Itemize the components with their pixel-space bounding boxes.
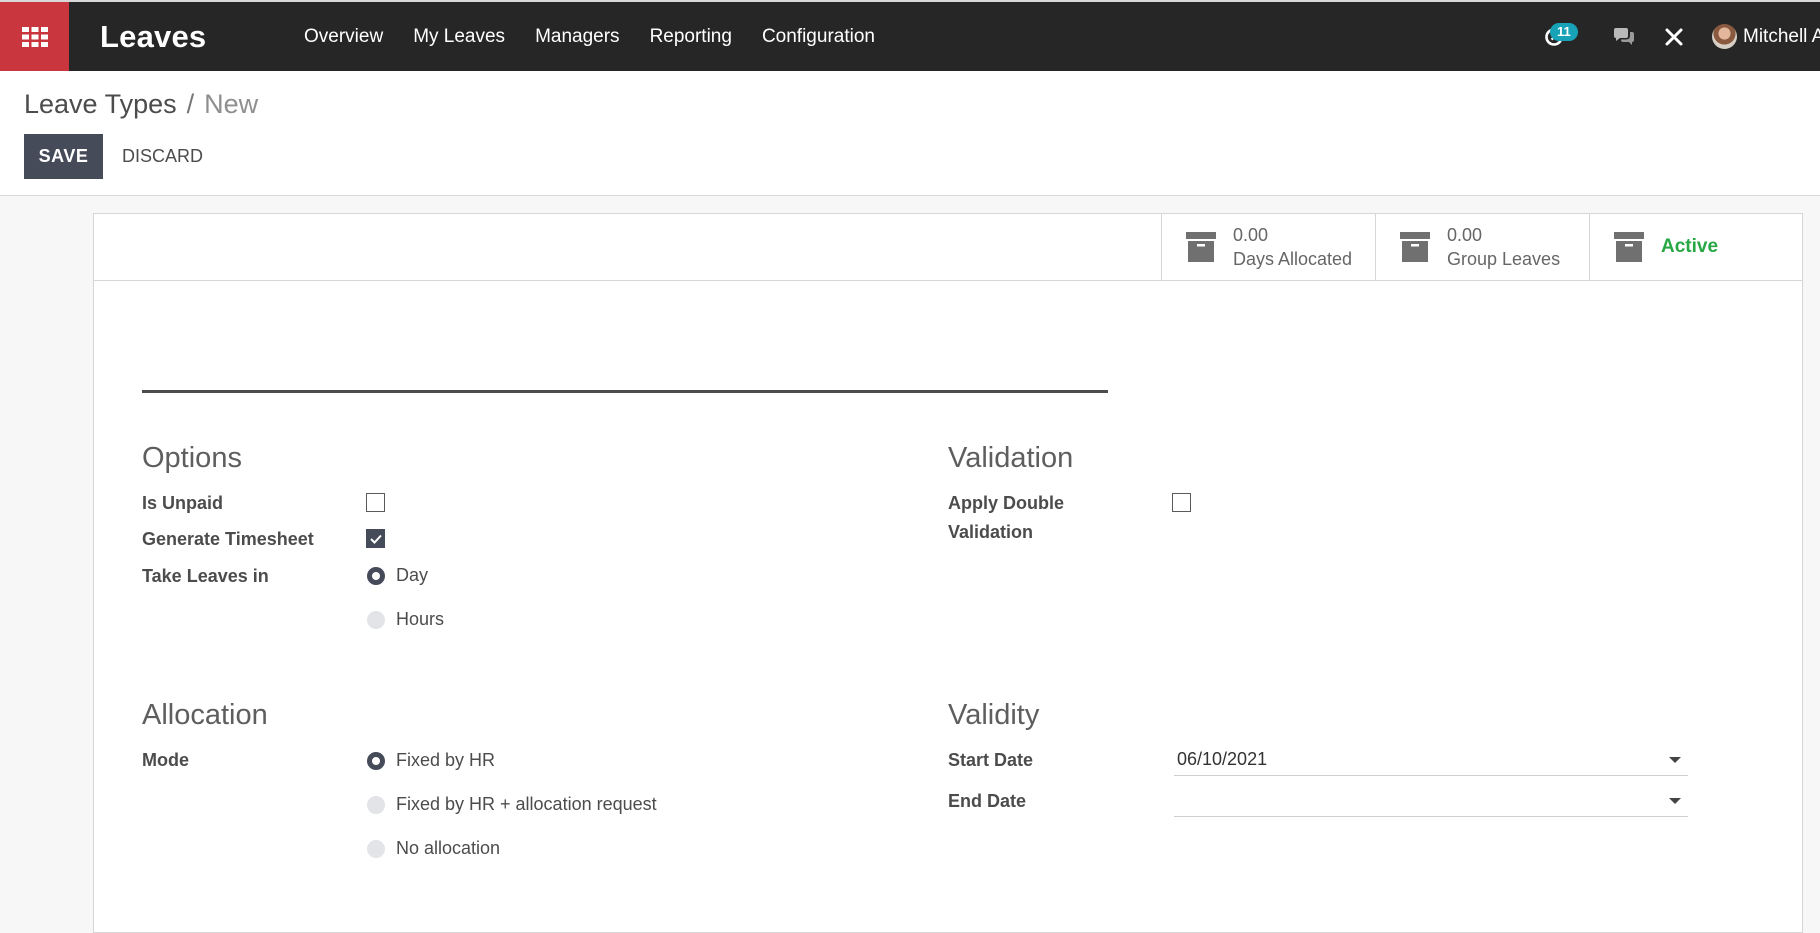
days-allocated-label: Days Allocated <box>1233 249 1353 269</box>
is-unpaid-checkbox[interactable] <box>366 493 385 512</box>
active-toggle-button[interactable]: Active <box>1589 214 1803 280</box>
apps-menu-button[interactable] <box>0 2 69 71</box>
systray: 11 Mitchell Admin <box>1534 2 1820 71</box>
menu-item-reporting[interactable]: Reporting <box>635 2 747 71</box>
leave-type-name-input[interactable] <box>142 390 1108 393</box>
debug-tools-button[interactable] <box>1662 2 1686 71</box>
menu-item-configuration[interactable]: Configuration <box>747 2 890 71</box>
check-icon <box>369 534 382 544</box>
end-date-input[interactable] <box>1174 785 1688 817</box>
save-button[interactable]: SAVE <box>24 134 103 179</box>
radio-fixed-by-hr-label: Fixed by HR <box>396 750 496 770</box>
chevron-down-icon[interactable] <box>1669 757 1681 763</box>
discard-button[interactable]: DISCARD <box>112 134 213 179</box>
generate-timesheet-label: Generate Timesheet <box>142 529 314 549</box>
grid-icon <box>21 26 48 47</box>
archive-icon <box>1186 232 1216 262</box>
start-date-label: Start Date <box>948 750 1034 770</box>
menu-item-managers[interactable]: Managers <box>520 2 635 71</box>
radio-hours[interactable]: Hours <box>367 609 444 630</box>
radio-fixed-by-hr-allocation-request[interactable]: Fixed by HR + allocation request <box>367 794 657 815</box>
user-name: Mitchell Admin <box>1743 25 1820 47</box>
main-menu: Overview My Leaves Managers Reporting Co… <box>289 2 890 71</box>
avatar <box>1712 24 1737 49</box>
generate-timesheet-checkbox[interactable] <box>366 529 385 548</box>
menu-item-my-leaves[interactable]: My Leaves <box>398 2 520 71</box>
validation-group-title: Validation <box>948 442 1074 474</box>
radio-no-allocation[interactable]: No allocation <box>367 838 500 859</box>
apply-double-validation-checkbox[interactable] <box>1172 493 1191 512</box>
allocation-group-title: Allocation <box>142 699 268 731</box>
apply-double-validation-label-line1: Apply Double <box>948 493 1064 513</box>
active-label: Active <box>1661 236 1719 257</box>
activity-button[interactable]: 11 <box>1534 2 1578 71</box>
radio-button[interactable] <box>367 795 385 814</box>
radio-fixed-by-hr[interactable]: Fixed by HR <box>367 750 495 771</box>
radio-day-label: Day <box>396 565 429 585</box>
breadcrumb-leave-types[interactable]: Leave Types <box>24 89 177 120</box>
chevron-down-icon[interactable] <box>1669 798 1681 804</box>
breadcrumb-separator: / <box>186 89 195 119</box>
breadcrumb-current: New <box>204 89 259 119</box>
mode-label: Mode <box>142 750 189 770</box>
end-date-label: End Date <box>948 791 1027 811</box>
main-navbar: Leaves Overview My Leaves Managers Repor… <box>0 0 1820 71</box>
activity-count-badge: 11 <box>1550 23 1578 41</box>
radio-button[interactable] <box>367 839 385 858</box>
start-date-input[interactable]: 06/10/2021 <box>1174 744 1688 776</box>
radio-day[interactable]: Day <box>367 565 428 586</box>
group-leaves-label: Group Leaves <box>1447 249 1561 269</box>
breadcrumb: Leave Types / New <box>24 89 258 120</box>
start-date-value: 06/10/2021 <box>1177 749 1268 769</box>
take-leaves-in-label: Take Leaves in <box>142 566 269 586</box>
days-allocated-value: 0.00 <box>1233 225 1269 245</box>
archive-icon <box>1614 232 1644 262</box>
radio-fixed-by-hr-allocation-request-label: Fixed by HR + allocation request <box>396 794 657 814</box>
radio-button[interactable] <box>367 610 385 629</box>
chat-icon <box>1614 28 1634 45</box>
group-leaves-value: 0.00 <box>1447 225 1483 245</box>
archive-icon <box>1400 232 1430 262</box>
menu-item-overview[interactable]: Overview <box>289 2 398 71</box>
tools-icon <box>1665 28 1683 45</box>
radio-hours-label: Hours <box>396 609 445 629</box>
validity-group-title: Validity <box>948 699 1040 731</box>
form-sheet: 0.00 Days Allocated 0.00 Group Leaves Ac… <box>93 213 1803 933</box>
messaging-button[interactable] <box>1610 2 1638 71</box>
apply-double-validation-label-line2: Validation <box>948 522 1034 542</box>
group-leaves-button[interactable]: 0.00 Group Leaves <box>1375 214 1589 280</box>
app-title[interactable]: Leaves <box>100 19 289 55</box>
control-panel: Leave Types / New SAVE DISCARD <box>0 71 1820 196</box>
days-allocated-button[interactable]: 0.00 Days Allocated <box>1161 214 1375 280</box>
radio-button[interactable] <box>367 751 385 770</box>
options-group-title: Options <box>142 442 242 474</box>
radio-no-allocation-label: No allocation <box>396 838 501 858</box>
user-menu[interactable]: Mitchell Admin <box>1712 24 1820 49</box>
radio-button[interactable] <box>367 566 385 585</box>
smart-button-box: 0.00 Days Allocated 0.00 Group Leaves Ac… <box>94 214 1802 281</box>
is-unpaid-label: Is Unpaid <box>142 493 224 513</box>
